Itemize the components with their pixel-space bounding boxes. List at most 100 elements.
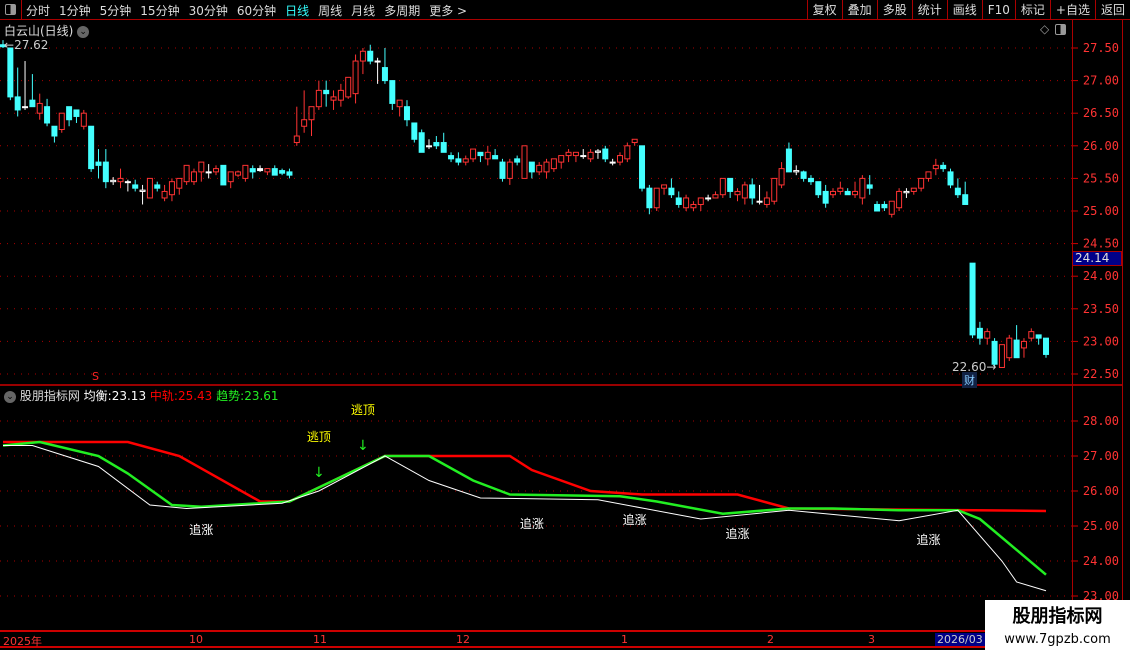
price-axis	[1072, 20, 1123, 630]
panel-icon	[5, 4, 16, 15]
candle-body	[506, 161, 513, 179]
candle-body	[367, 50, 374, 62]
tab-5min[interactable]: 5分钟	[100, 2, 132, 19]
candle-body	[242, 164, 249, 179]
candle-body	[984, 331, 991, 339]
multi-stock-button[interactable]: 多股	[876, 0, 912, 20]
candle-body	[837, 187, 844, 192]
add-watchlist-button[interactable]: +自选	[1049, 0, 1095, 20]
candle-body	[580, 155, 587, 158]
candle-body	[477, 151, 484, 157]
candle-body	[433, 142, 440, 147]
candle-body	[918, 177, 925, 189]
candle-body	[896, 190, 903, 209]
tab-15min[interactable]: 15分钟	[140, 2, 179, 19]
candle-body	[962, 194, 969, 205]
candle-body	[807, 177, 814, 183]
tab-fenshi[interactable]: 分时	[26, 2, 50, 19]
draw-line-button[interactable]: 画线	[946, 0, 982, 20]
down-arrow-icon: ↓	[313, 465, 325, 481]
candle-body	[80, 112, 87, 127]
candle-body	[528, 161, 535, 173]
candle-body	[132, 184, 139, 189]
restore-rights-button[interactable]: 复权	[806, 0, 842, 20]
trend-label: 趋势:	[216, 389, 245, 403]
time-label: 10	[189, 633, 203, 646]
tab-30min[interactable]: 30分钟	[189, 2, 228, 19]
candle-body	[396, 99, 403, 108]
candle-body	[536, 164, 543, 173]
candle-body	[881, 203, 888, 209]
tab-weekly[interactable]: 周线	[318, 2, 342, 19]
candle-body	[1043, 337, 1049, 355]
candle-body	[771, 177, 778, 202]
candle-body	[418, 132, 425, 153]
back-button[interactable]: 返回	[1094, 0, 1130, 20]
candle-body	[499, 161, 506, 179]
candle-body	[161, 190, 168, 199]
tab-monthly[interactable]: 月线	[351, 2, 375, 19]
diamond-icon[interactable]: ◇	[1040, 22, 1049, 36]
watermark: 股朋指标网 www.7gpzb.com	[985, 600, 1130, 650]
indicator-legend: ⌄ 股朋指标网 均衡:23.13 中轨:25.43 趋势:23.61	[4, 387, 279, 404]
candle-body	[822, 190, 829, 204]
chart-title: 白云山(日线) ⌄	[4, 22, 90, 39]
tab-daily[interactable]: 日线	[285, 2, 309, 19]
candle-body	[661, 184, 668, 189]
candle-body	[190, 171, 197, 183]
candle-body	[323, 89, 330, 95]
candle-body	[73, 109, 80, 117]
candle-body	[756, 200, 763, 203]
panel-icon[interactable]	[1055, 24, 1066, 35]
overlay-button[interactable]: 叠加	[841, 0, 877, 20]
finance-badge[interactable]: 财	[962, 372, 977, 388]
mid-label: 中轨:	[149, 389, 178, 403]
candle-body	[609, 161, 616, 164]
current-price-badge: 24.14	[1072, 251, 1122, 266]
chart-canvas[interactable]: 27.5027.0026.5026.0025.5025.0024.5024.00…	[0, 0, 1130, 650]
candle-body	[550, 158, 557, 170]
candle-body	[969, 262, 976, 336]
time-label: 1	[621, 633, 628, 646]
candle-body	[352, 60, 359, 95]
candle-body	[66, 106, 73, 121]
candle-body	[403, 106, 410, 121]
tab-more[interactable]: 更多 >	[429, 2, 467, 19]
candle-body	[859, 177, 866, 199]
candle-body	[749, 184, 756, 199]
balance-value: 23.13	[111, 389, 147, 403]
layout-toggle-button[interactable]	[0, 0, 22, 20]
candle-body	[852, 190, 859, 196]
tab-1min[interactable]: 1分钟	[59, 2, 91, 19]
candle-body	[874, 203, 881, 212]
watermark-name: 股朋指标网	[1012, 606, 1103, 627]
candle-body	[947, 171, 954, 186]
tab-60min[interactable]: 60分钟	[237, 2, 276, 19]
candle-body	[1035, 334, 1042, 339]
f10-button[interactable]: F10	[981, 0, 1015, 20]
candle-body	[639, 145, 646, 189]
candle-body	[257, 168, 264, 172]
balance-label: 均衡:	[83, 389, 112, 403]
period-tabs: 分时 1分钟 5分钟 15分钟 30分钟 60分钟 日线 周线 月线 多周期 更…	[26, 2, 467, 19]
candle-body	[683, 197, 690, 209]
candle-body	[470, 148, 477, 160]
chase-label: 追涨	[520, 516, 544, 531]
mark-button[interactable]: 标记	[1014, 0, 1050, 20]
trend-value: 23.61	[244, 389, 279, 403]
candle-body	[359, 50, 366, 62]
statistics-button[interactable]: 统计	[911, 0, 947, 20]
candle-body	[646, 187, 653, 209]
tab-multi-period[interactable]: 多周期	[384, 2, 420, 19]
candle-body	[220, 164, 227, 186]
time-cursor-label: 2026/03	[935, 633, 985, 646]
chevron-down-icon[interactable]: ⌄	[4, 390, 16, 403]
chevron-down-icon[interactable]: ⌄	[77, 25, 90, 38]
time-label: 11	[313, 633, 327, 646]
candle-body	[110, 179, 117, 183]
candle-body	[668, 187, 675, 196]
candle-body	[558, 155, 565, 163]
candle-body	[44, 106, 51, 124]
candle-body	[998, 344, 1005, 368]
candle-body	[602, 148, 609, 160]
